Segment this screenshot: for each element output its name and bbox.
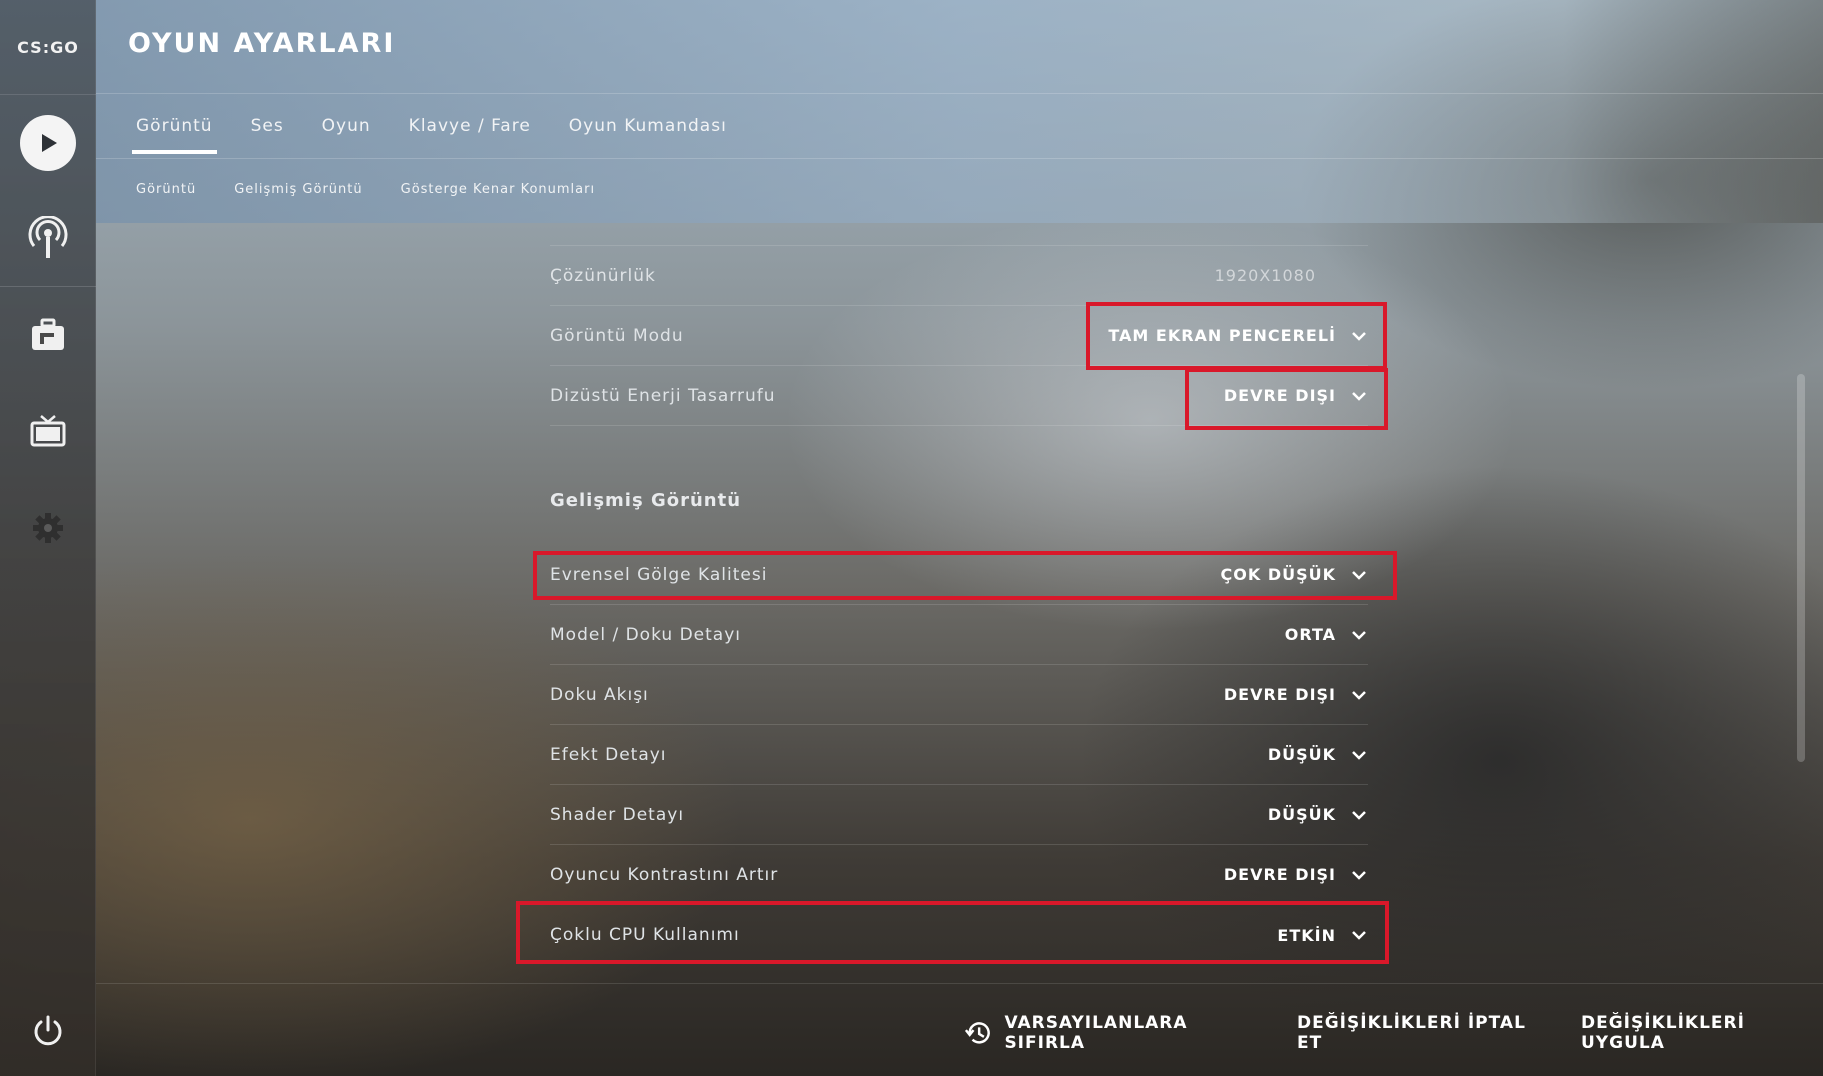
chevron-down-icon	[1352, 630, 1366, 640]
effect-detail-dropdown[interactable]: DÜŞÜK	[1268, 745, 1368, 764]
power-button[interactable]	[0, 996, 96, 1066]
main-tabs: Görüntü Ses Oyun Klavye / Fare Oyun Kuma…	[132, 100, 727, 154]
tab-ses[interactable]: Ses	[251, 100, 284, 154]
setting-label: Çoklu CPU Kullanımı	[550, 925, 740, 945]
texture-streaming-dropdown[interactable]: DEVRE DIŞI	[1224, 685, 1368, 704]
chevron-down-icon	[1352, 750, 1366, 760]
broadcast-button[interactable]	[0, 203, 96, 273]
setting-label: Efekt Detayı	[550, 744, 667, 765]
setting-row-resolution: Çözünürlük 1920X1080	[550, 246, 1368, 306]
laptop-power-dropdown[interactable]: DEVRE DIŞI	[1224, 386, 1368, 405]
inventory-button[interactable]	[0, 300, 96, 370]
setting-label: Çözünürlük	[550, 265, 656, 286]
setting-row-texture-streaming: Doku Akışı DEVRE DIŞI	[550, 665, 1368, 725]
setting-row-display-mode: Görüntü Modu TAM EKRAN PENCERELİ	[550, 306, 1368, 366]
setting-label: Görüntü Modu	[550, 325, 684, 346]
setting-row-effect-detail: Efekt Detayı DÜŞÜK	[550, 725, 1368, 785]
dropdown-value: DEVRE DIŞI	[1223, 685, 1336, 704]
setting-label: Dizüstü Enerji Tasarrufu	[550, 385, 776, 406]
sub-tabs: Görüntü Gelişmiş Görüntü Gösterge Kenar …	[136, 182, 595, 197]
sidebar: CS:GO	[0, 0, 96, 1076]
multicore-dropdown[interactable]: ETKİN	[1277, 926, 1368, 945]
cancel-changes-button[interactable]: DEĞİŞİKLİKLERİ İPTAL ET	[1297, 1013, 1545, 1053]
tab-oyun-kumandasi[interactable]: Oyun Kumandası	[569, 100, 727, 154]
setting-row-shader-detail: Shader Detayı DÜŞÜK	[550, 785, 1368, 845]
chevron-down-icon	[1352, 331, 1366, 341]
setting-row-player-contrast: Oyuncu Kontrastını Artır DEVRE DIŞI	[550, 845, 1368, 905]
settings-button[interactable]	[0, 493, 96, 563]
play-icon	[20, 115, 76, 171]
tv-icon	[30, 415, 66, 447]
dropdown-value: DÜŞÜK	[1267, 745, 1336, 764]
subtab-gosterge-kenar[interactable]: Gösterge Kenar Konumları	[401, 182, 595, 197]
dropdown-value: DÜŞÜK	[1267, 805, 1336, 824]
play-button[interactable]	[0, 108, 96, 178]
dropdown-value: TAM EKRAN PENCERELİ	[1108, 326, 1336, 345]
footer-actions: VARSAYILANLARA SIFIRLA DEĞİŞİKLİKLERİ İP…	[964, 1013, 1823, 1053]
dropdown-value: DEVRE DIŞI	[1223, 865, 1336, 884]
display-mode-dropdown[interactable]: TAM EKRAN PENCERELİ	[1108, 326, 1368, 345]
chevron-down-icon	[1352, 870, 1366, 880]
broadcast-icon	[28, 216, 68, 258]
gear-icon	[33, 513, 63, 543]
dropdown-value: ORTA	[1284, 625, 1336, 644]
power-icon	[34, 1015, 62, 1046]
setting-row-multicore: Çoklu CPU Kullanımı ETKİN	[550, 905, 1368, 965]
footer-divider	[96, 983, 1823, 984]
chevron-down-icon	[1352, 810, 1366, 820]
chevron-down-icon	[1352, 570, 1366, 580]
setting-label: Oyuncu Kontrastını Artır	[550, 864, 779, 885]
setting-row-laptop-power: Dizüstü Enerji Tasarrufu DEVRE DIŞI	[550, 366, 1368, 426]
watch-button[interactable]	[0, 396, 96, 466]
subtab-gelismis-goruntu[interactable]: Gelişmiş Görüntü	[234, 182, 362, 197]
header-divider	[96, 93, 1823, 94]
setting-label: Shader Detayı	[550, 804, 685, 825]
subtab-divider	[96, 158, 1823, 159]
tab-klavye-fare[interactable]: Klavye / Fare	[409, 100, 531, 154]
history-icon	[964, 1022, 990, 1044]
tab-oyun[interactable]: Oyun	[322, 100, 371, 154]
page-title: OYUN AYARLARI	[128, 28, 396, 59]
model-texture-dropdown[interactable]: ORTA	[1285, 625, 1368, 644]
dropdown-value: ÇOK DÜŞÜK	[1220, 565, 1336, 584]
shader-detail-dropdown[interactable]: DÜŞÜK	[1268, 805, 1368, 824]
section-title: Gelişmiş Görüntü	[550, 490, 742, 511]
setting-row-shadow-quality: Evrensel Gölge Kalitesi ÇOK DÜŞÜK	[550, 545, 1368, 605]
setting-label: Model / Doku Detayı	[550, 624, 741, 645]
apply-changes-button[interactable]: DEĞİŞİKLİKLERİ UYGULA	[1581, 1013, 1823, 1053]
inventory-icon	[32, 318, 64, 350]
setting-label: Evrensel Gölge Kalitesi	[550, 564, 768, 585]
subtab-goruntu[interactable]: Görüntü	[136, 182, 196, 197]
clipped-row	[550, 222, 1368, 246]
chevron-down-icon	[1352, 690, 1366, 700]
reset-defaults-button[interactable]: VARSAYILANLARA SIFIRLA	[964, 1013, 1261, 1053]
player-contrast-dropdown[interactable]: DEVRE DIŞI	[1224, 865, 1368, 884]
chevron-down-icon	[1352, 931, 1366, 940]
scrollbar-thumb[interactable]	[1797, 374, 1805, 762]
dropdown-value: DEVRE DIŞI	[1223, 386, 1336, 405]
reset-defaults-label: VARSAYILANLARA SIFIRLA	[1004, 1013, 1188, 1053]
dropdown-value: ETKİN	[1277, 925, 1336, 945]
csgo-logo: CS:GO	[0, 0, 96, 95]
header: OYUN AYARLARI Görüntü Ses Oyun Klavye / …	[96, 0, 1823, 223]
setting-label: Doku Akışı	[550, 684, 649, 705]
setting-row-model-texture: Model / Doku Detayı ORTA	[550, 605, 1368, 665]
resolution-value: 1920X1080	[1214, 266, 1316, 285]
shadow-quality-dropdown[interactable]: ÇOK DÜŞÜK	[1221, 565, 1369, 584]
chevron-down-icon	[1352, 391, 1366, 401]
sidebar-divider	[0, 286, 96, 287]
tab-goruntu[interactable]: Görüntü	[132, 100, 217, 154]
